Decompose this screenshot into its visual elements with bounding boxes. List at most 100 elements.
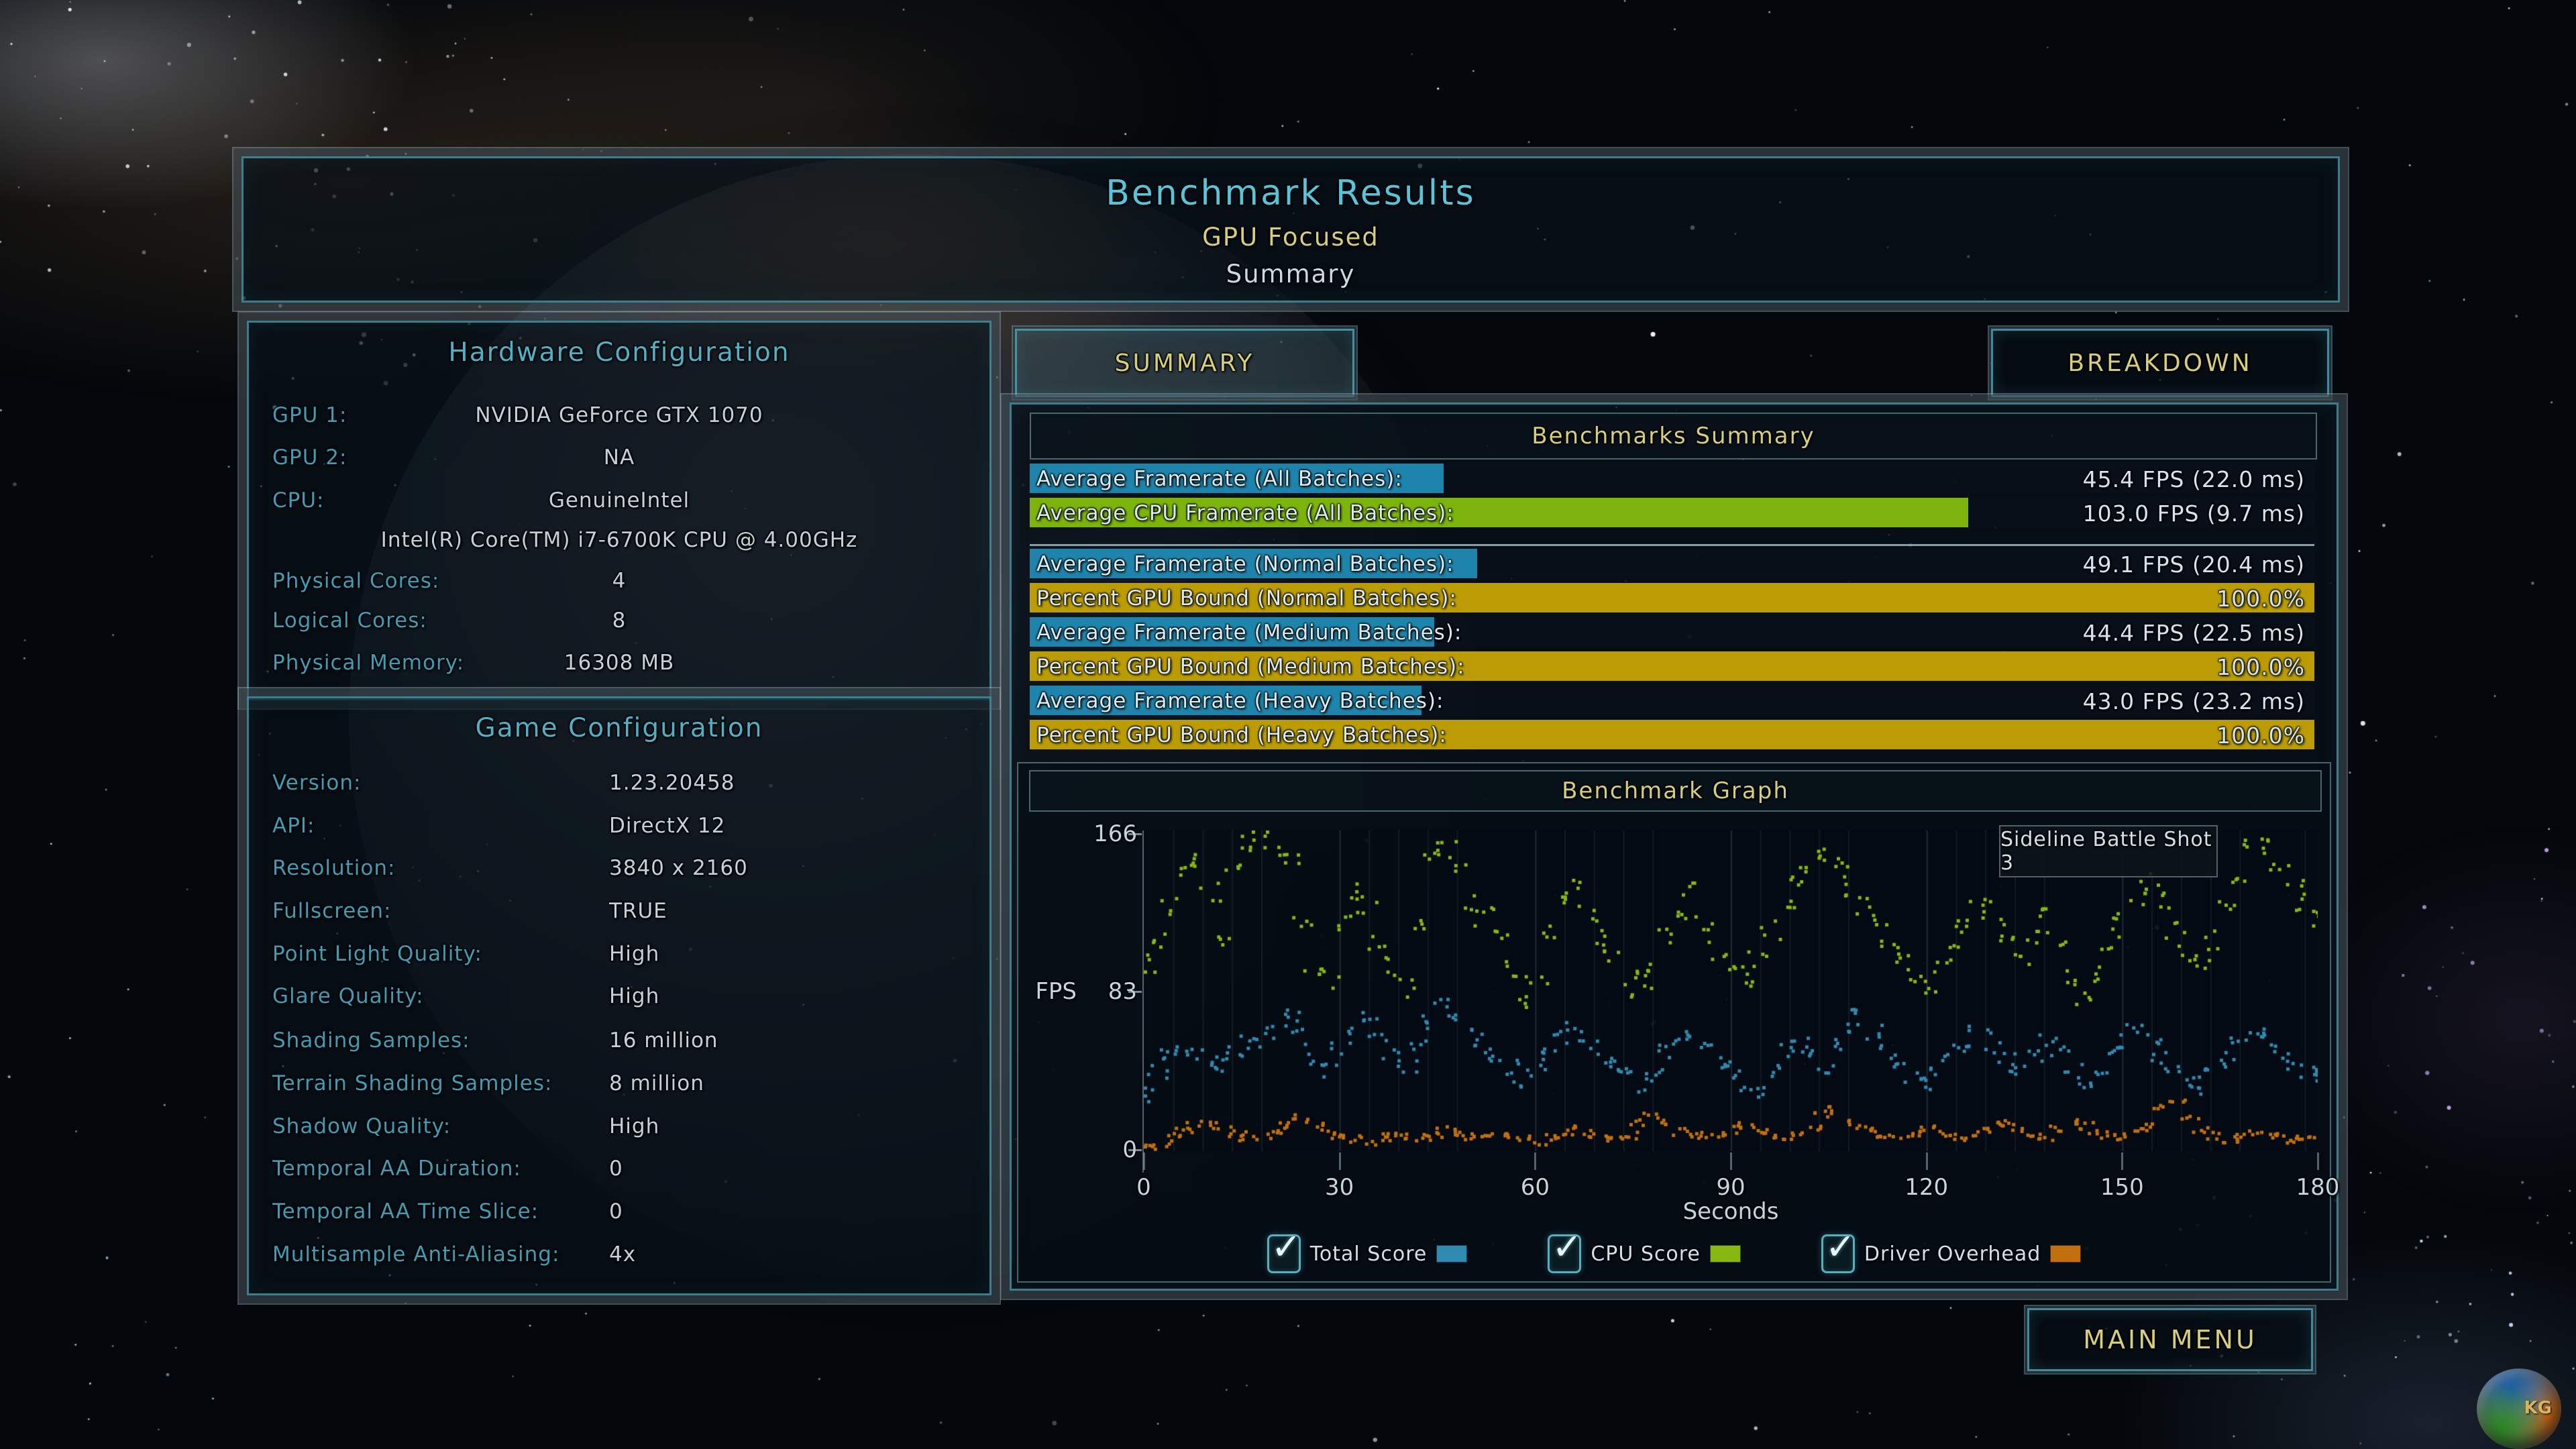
summary-row: Average CPU Framerate (All Batches): 103.… [1030,498,2314,527]
hardware-configuration-panel: Hardware Configuration GPU 1: NVIDIA GeFo… [247,321,991,700]
config-value: 8 million [609,1071,704,1095]
x-axis-tick-label: 0 [1136,1174,1151,1201]
config-row: Version: 1.23.20458 [249,771,989,800]
summary-row-label: Percent GPU Bound (Normal Batches): [1036,586,1457,610]
config-key: Glare Quality: [272,984,424,1008]
config-row: Physical Memory: 16308 MB [249,651,989,680]
view-mode-label: Summary [1226,260,1356,288]
config-row: Terrain Shading Samples: 8 million [249,1071,989,1101]
config-value: Intel(R) Core(TM) i7-6700K CPU @ 4.00GHz [380,528,858,552]
benchmarks-summary-header: Benchmarks Summary [1030,413,2317,460]
legend-checkbox[interactable]: ✓ [1267,1226,1301,1273]
tab-breakdown-label: BREAKDOWN [2068,349,2253,377]
shot-tooltip-text: Sideline Battle Shot 3 [2000,828,2212,875]
x-tick-mark [1534,1152,1537,1170]
hardware-configuration-title: Hardware Configuration [448,337,790,368]
legend-label: Driver Overhead [1864,1242,2041,1266]
config-value: NA [603,445,635,470]
summary-row-label: Average Framerate (Medium Batches): [1036,621,1462,645]
game-configuration-title: Game Configuration [475,713,763,743]
summary-row-label: Average CPU Framerate (All Batches): [1036,501,1454,525]
benchmark-type-label: GPU Focused [1202,223,1379,252]
tab-breakdown[interactable]: BREAKDOWN [1991,329,2329,397]
x-tick-mark [1925,1152,1928,1170]
y-axis-label-fps: FPS [1035,978,1077,1005]
config-key: Shadow Quality: [272,1114,451,1138]
config-row: Temporal AA Duration: 0 [249,1157,989,1186]
config-row: Shadow Quality: High [249,1114,989,1144]
summary-row-value: 43.0 FPS (23.2 ms) [2082,688,2305,714]
x-tick-mark [2121,1152,2124,1170]
kitguru-logo-text: KG [2524,1398,2553,1418]
x-axis-label: Seconds [1682,1198,1779,1225]
results-panel: Benchmarks Summary Average Framerate (Al… [1010,402,2339,1291]
summary-row-value: 103.0 FPS (9.7 ms) [2082,500,2305,527]
config-key: Temporal AA Time Slice: [272,1199,539,1224]
config-key: Multisample Anti-Aliasing: [272,1242,560,1267]
legend-color-swatch [1436,1245,1468,1263]
legend-item-cpu-score: ✓ CPU Score [1548,1226,1741,1273]
config-key: Version: [272,771,362,795]
config-row: Logical Cores: 8 [249,608,989,638]
config-value: 8 [612,608,627,633]
checkmark-icon: ✓ [1825,1226,1856,1268]
summary-row-label: Percent GPU Bound (Medium Batches): [1036,655,1465,679]
config-key: Point Light Quality: [272,942,483,966]
x-axis-tick-label: 180 [2296,1174,2340,1201]
config-value: 16 million [609,1028,718,1053]
summary-row-value: 49.1 FPS (20.4 ms) [2082,551,2305,578]
summary-row: Average Framerate (Normal Batches): 49.1 … [1030,549,2314,578]
config-row: Point Light Quality: High [249,942,989,971]
shot-tooltip: Sideline Battle Shot 3 [1999,825,2218,877]
config-value: High [609,984,660,1008]
legend-checkbox[interactable]: ✓ [1821,1226,1856,1273]
x-axis-tick-label: 90 [1716,1174,1746,1201]
benchmark-results-screen: Benchmark Results GPU Focused Summary Ha… [0,0,2576,1449]
summary-row-value: 44.4 FPS (22.5 ms) [2082,620,2305,646]
config-key: Shading Samples: [272,1028,470,1053]
config-value: 4x [609,1242,637,1267]
benchmark-graph-header: Benchmark Graph [1029,770,2322,812]
config-value: DirectX 12 [609,814,726,838]
config-row: Intel(R) Core(TM) i7-6700K CPU @ 4.00GHz [249,528,989,557]
config-value: 3840 x 2160 [609,856,748,880]
y-axis-tick-166: 166 [1093,820,1137,847]
main-menu-button[interactable]: MAIN MENU [2027,1308,2313,1371]
legend-color-swatch [2050,1245,2082,1263]
config-key: API: [272,814,315,838]
config-row: GPU 2: NA [249,445,989,475]
config-value: 16308 MB [564,651,675,675]
tab-summary[interactable]: SUMMARY [1015,329,1354,397]
y-tick-mark-0 [1128,1149,1142,1151]
legend-checkbox[interactable]: ✓ [1548,1226,1582,1273]
summary-row-label: Average Framerate (All Batches): [1036,467,1403,491]
config-value: TRUE [609,899,667,923]
config-value: High [609,1114,660,1138]
summary-row-label: Average Framerate (Normal Batches): [1036,552,1454,576]
x-tick-mark [1338,1152,1341,1170]
config-value: GenuineIntel [548,488,690,513]
legend-label: Total Score [1309,1242,1428,1266]
config-value: 4 [612,569,627,593]
x-axis-tick-label: 120 [1904,1174,1949,1201]
title-banner: Benchmark Results GPU Focused Summary [241,156,2340,303]
summary-row: Average Framerate (All Batches): 45.4 FPS… [1030,464,2314,493]
y-tick-mark-166 [1128,833,1142,835]
legend-item-driver-overhead: ✓ Driver Overhead [1821,1226,2082,1273]
x-axis-tick-label: 30 [1325,1174,1354,1201]
summary-row-value: 100.0% [2216,586,2305,612]
benchmarks-summary-title: Benchmarks Summary [1532,423,1815,449]
summary-row: Average Framerate (Medium Batches): 44.4 … [1030,617,2314,647]
summary-row-value: 100.0% [2216,722,2305,749]
config-row: Physical Cores: 4 [249,569,989,598]
tab-summary-label: SUMMARY [1114,349,1255,377]
config-row: API: DirectX 12 [249,814,989,843]
summary-row-value: 100.0% [2216,654,2305,680]
x-axis-tick-label: 60 [1520,1174,1550,1201]
summary-row: Percent GPU Bound (Heavy Batches): 100.0% [1030,720,2314,749]
config-key: Temporal AA Duration: [272,1157,522,1181]
x-tick-mark [2317,1152,2319,1170]
summary-row-label: Average Framerate (Heavy Batches): [1036,689,1444,713]
checkmark-icon: ✓ [1271,1226,1301,1268]
config-row: Multisample Anti-Aliasing: 4x [249,1242,989,1272]
